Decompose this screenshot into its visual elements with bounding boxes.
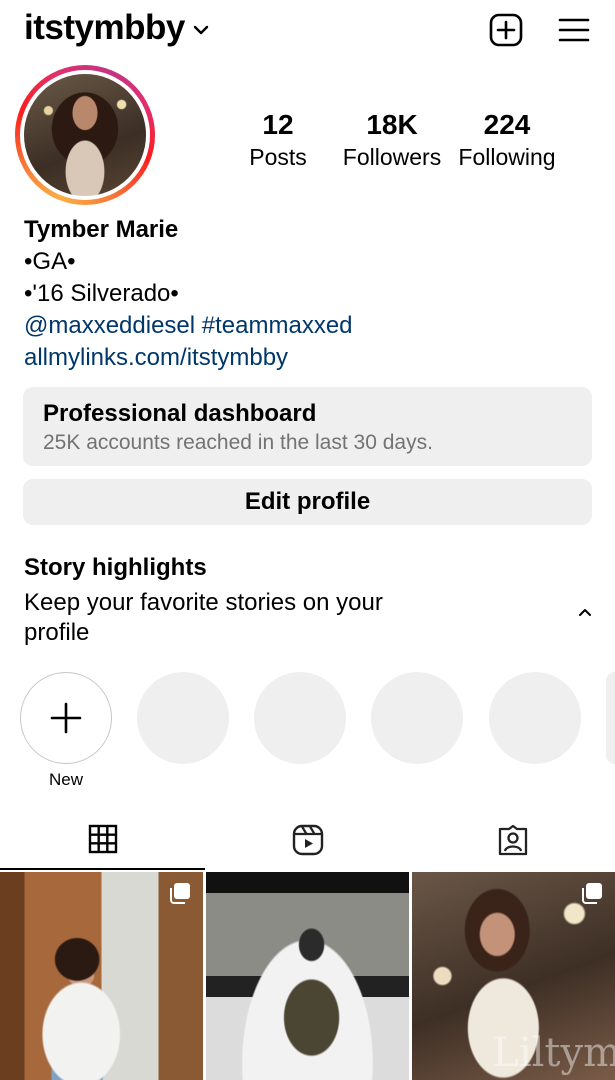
- bio-line-truck: •'16 Silverado•: [24, 280, 179, 307]
- tab-reels[interactable]: [205, 810, 410, 870]
- profile-avatar-story-ring[interactable]: [15, 65, 155, 205]
- posts-count-value: 12: [262, 109, 294, 140]
- highlight-placeholder: [137, 672, 229, 764]
- tab-posts-grid[interactable]: [0, 810, 205, 870]
- avatar: [24, 74, 146, 196]
- multiple-photos-icon: [581, 882, 603, 909]
- highlight-placeholder: [606, 672, 615, 764]
- grid-icon: [88, 824, 117, 854]
- following-count[interactable]: 224 Following: [452, 108, 562, 172]
- username[interactable]: itstymbby: [24, 8, 185, 48]
- tab-tagged[interactable]: [410, 810, 615, 870]
- profile-header: itstymbby: [0, 0, 615, 62]
- profile-bio: Tymber Marie •GA• •'16 Silverado• @maxxe…: [24, 214, 353, 374]
- posts-count-label: Posts: [249, 144, 307, 170]
- highlight-placeholder: [371, 672, 463, 764]
- hamburger-menu-icon[interactable]: [555, 11, 593, 49]
- tagged-icon: [498, 824, 527, 856]
- dashboard-title: Professional dashboard: [43, 400, 317, 427]
- display-name: Tymber Marie: [24, 216, 179, 243]
- highlight-placeholder: [489, 672, 581, 764]
- post-thumbnail[interactable]: Liltym: [412, 872, 615, 1080]
- following-count-value: 224: [483, 109, 531, 140]
- story-highlights-subtitle: Keep your favorite stories on your profi…: [24, 589, 383, 646]
- bio-tags-link[interactable]: @maxxeddiesel #teammaxxed: [24, 310, 353, 342]
- chevron-up-icon[interactable]: [577, 604, 593, 622]
- followers-count-value: 18K: [366, 109, 418, 140]
- post-watermark: Liltym: [492, 1030, 615, 1076]
- new-post-icon[interactable]: [487, 11, 525, 49]
- followers-count[interactable]: 18K Followers: [336, 108, 448, 172]
- new-highlight-label: New: [48, 770, 83, 789]
- bio-website-link[interactable]: allmylinks.com/itstymbby: [24, 342, 353, 374]
- chevron-down-icon[interactable]: [193, 22, 209, 40]
- bio-line-location: •GA•: [24, 248, 76, 275]
- highlight-placeholder: [254, 672, 346, 764]
- post-thumbnail[interactable]: [206, 872, 409, 1080]
- following-count-label: Following: [458, 144, 556, 170]
- reels-icon: [292, 824, 323, 856]
- account-switcher[interactable]: itstymbby: [24, 8, 209, 48]
- followers-count-label: Followers: [342, 144, 442, 170]
- new-highlight-button[interactable]: [20, 672, 112, 764]
- posts-count[interactable]: 12 Posts: [238, 108, 318, 172]
- plus-icon: [50, 702, 82, 734]
- story-highlights-title: Story highlights: [24, 554, 207, 581]
- multiple-photos-icon: [169, 882, 191, 909]
- professional-dashboard-card[interactable]: Professional dashboard 25K accounts reac…: [23, 387, 592, 466]
- post-thumbnail[interactable]: [0, 872, 203, 1080]
- profile-tabs: [0, 810, 615, 870]
- edit-profile-button[interactable]: Edit profile: [23, 479, 592, 525]
- dashboard-subtitle: 25K accounts reached in the last 30 days…: [43, 431, 433, 454]
